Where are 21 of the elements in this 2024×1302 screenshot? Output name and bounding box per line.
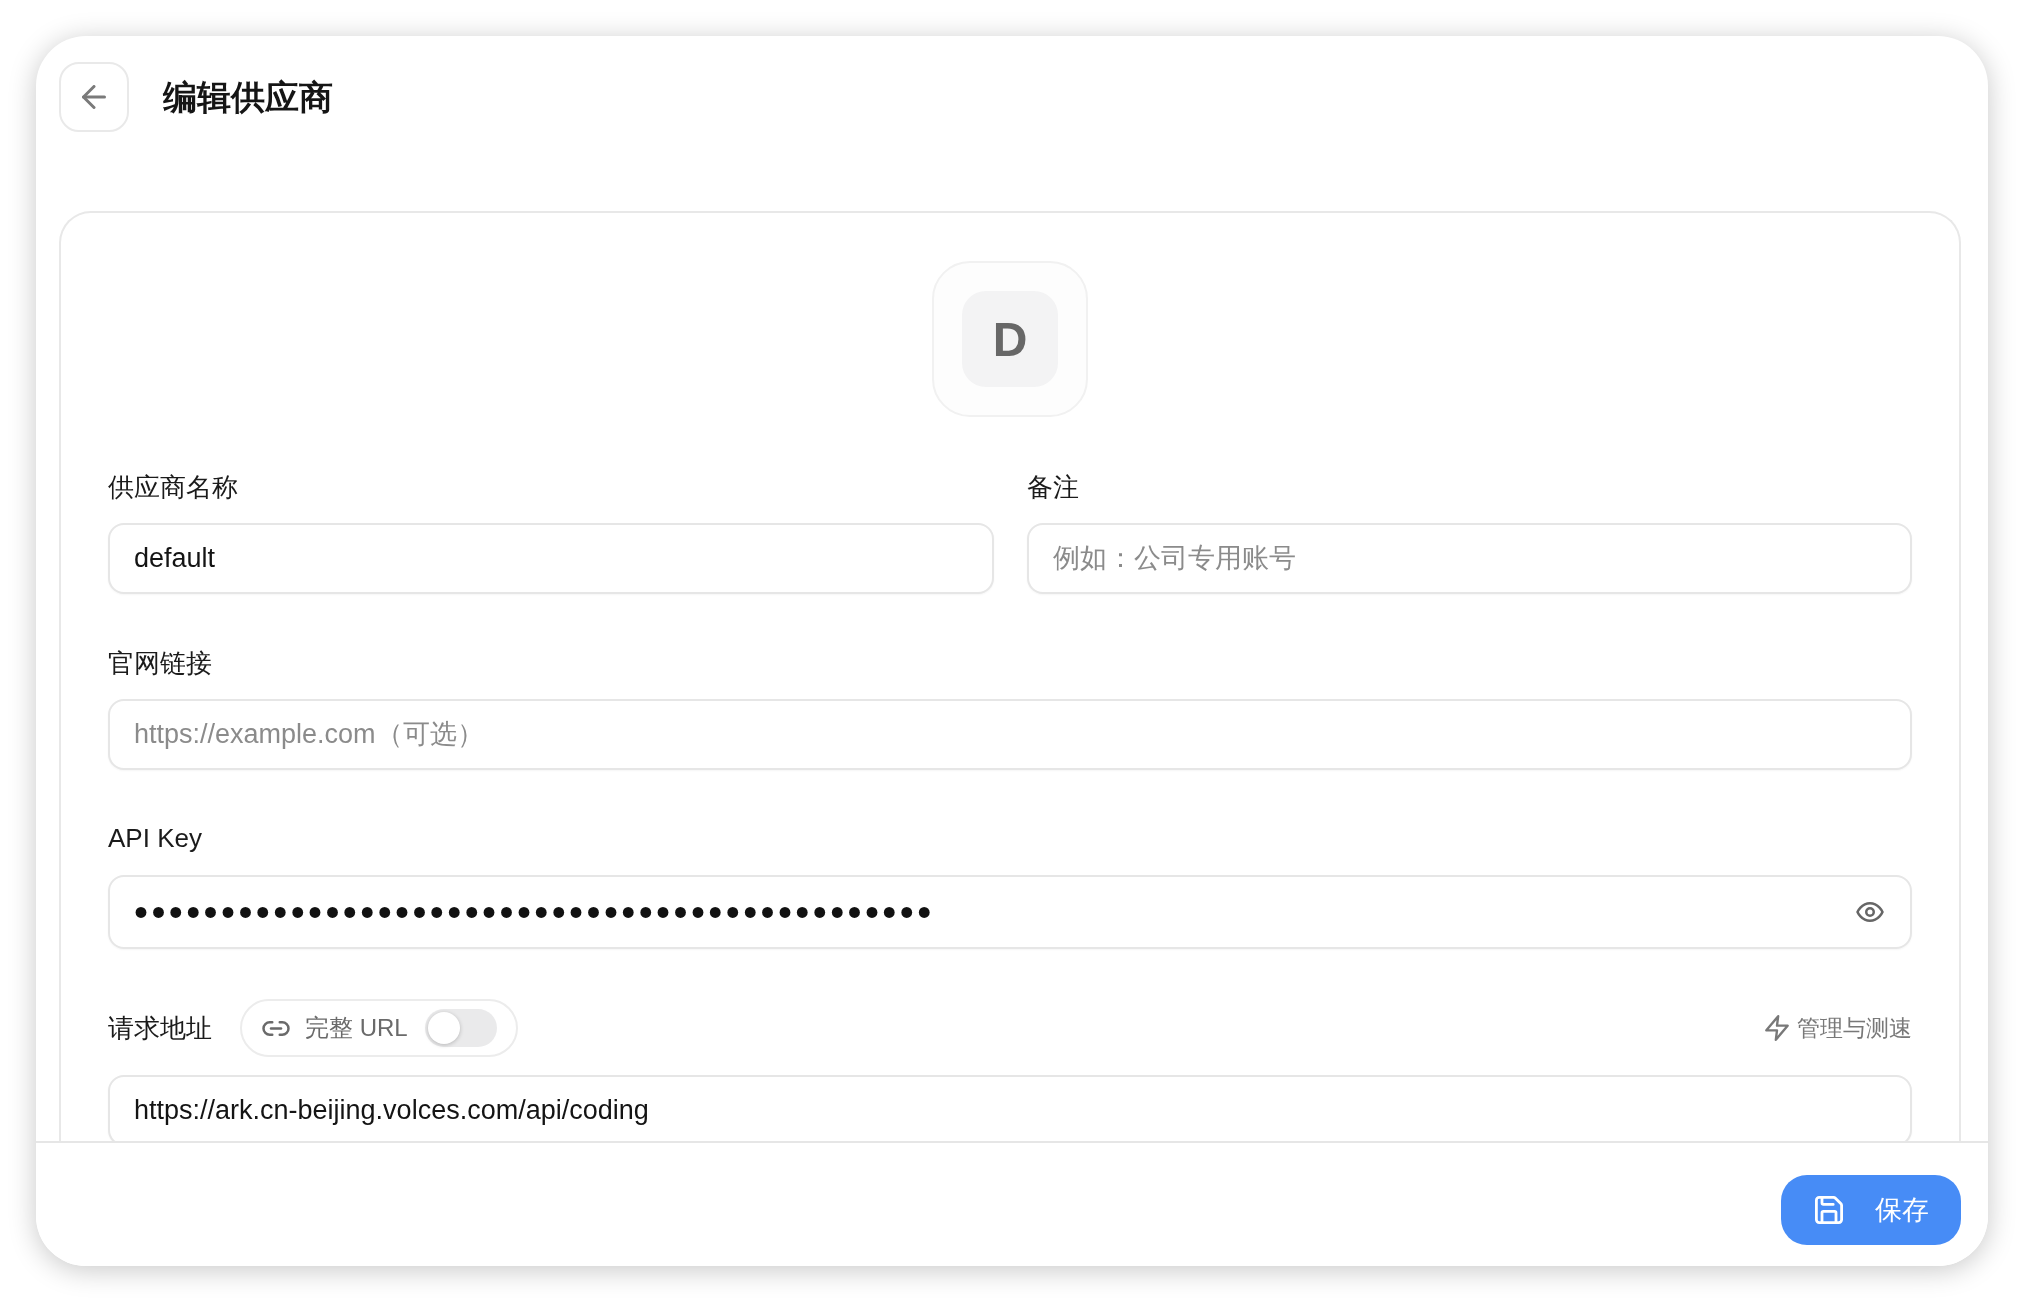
eye-icon xyxy=(1856,902,1884,922)
avatar: D xyxy=(962,291,1058,387)
link-icon xyxy=(262,1020,290,1036)
page-title: 编辑供应商 xyxy=(163,77,333,118)
lightning-icon xyxy=(1765,1015,1789,1041)
back-arrow-icon xyxy=(82,85,106,109)
toggle-label: 完整 URL xyxy=(305,1013,408,1043)
api-key-field[interactable]: •••••••••••••••••••••••••••••••••••••••••••••• xyxy=(108,875,1912,949)
field-label: 官网链接 xyxy=(108,647,213,679)
toggle-switch[interactable] xyxy=(424,1009,497,1047)
back-button[interactable] xyxy=(59,62,129,132)
field-label: 请求地址 xyxy=(108,1012,212,1044)
field-label: API Key xyxy=(108,822,203,854)
manage-link[interactable]: 管理与测速 xyxy=(1765,1012,1912,1044)
show-password-button[interactable] xyxy=(1856,902,1884,922)
field-label: 备注 xyxy=(1026,471,1080,503)
website-input[interactable]: https://example.com（可选） xyxy=(108,699,1912,770)
field-label: 供应商名称 xyxy=(108,471,239,503)
name-input[interactable]: default xyxy=(108,523,994,594)
note-input[interactable]: 例如：公司专用账号 xyxy=(1026,523,1912,594)
url-input[interactable]: https://ark.cn-beijing.volces.com/api/coding xyxy=(108,1075,1912,1141)
